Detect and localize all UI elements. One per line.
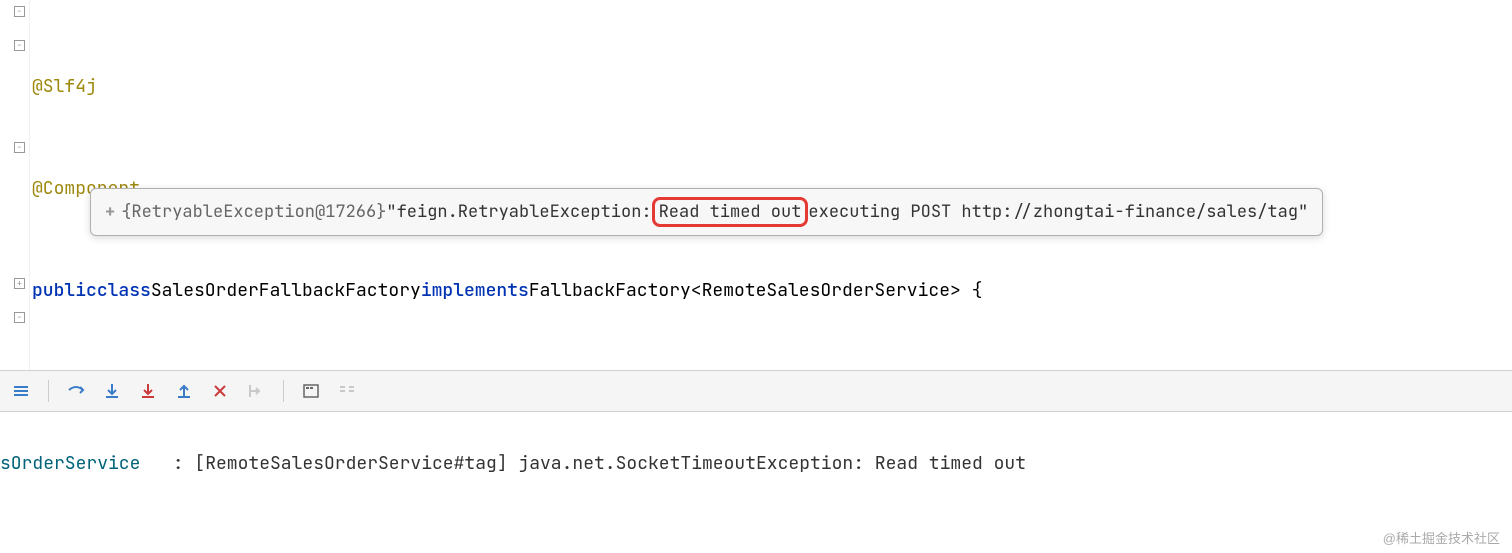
debug-tooltip[interactable]: + {RetryableException@17266} "feign.Retr… <box>90 188 1323 236</box>
fold-icon[interactable]: − <box>14 312 25 323</box>
console-area[interactable]: sOrderService : [RemoteSalesOrderService… <box>0 412 1512 553</box>
object-reference: {RetryableException@17266} <box>121 201 386 223</box>
separator <box>283 380 284 402</box>
annotation: @Slf4j <box>32 70 97 104</box>
tooltip-text: "feign.RetryableException: <box>386 201 651 223</box>
separator <box>48 380 49 402</box>
code-editor[interactable]: − − − + − @Slf4j @Component public class… <box>0 0 1512 370</box>
fold-icon[interactable]: + <box>14 278 25 289</box>
watermark: @稀土掘金技术社区 <box>1383 528 1500 547</box>
class-name: SalesOrderFallbackFactory <box>151 274 421 308</box>
keyword: implements <box>421 274 529 308</box>
force-step-into-icon[interactable] <box>139 382 157 400</box>
drop-frame-icon[interactable] <box>211 382 229 400</box>
step-out-icon[interactable] <box>175 382 193 400</box>
expand-icon[interactable]: + <box>105 201 115 223</box>
type: FallbackFactory<RemoteSalesOrderService>… <box>529 274 983 308</box>
debug-toolbar <box>0 370 1512 412</box>
trace-current-stream-chain-icon[interactable] <box>338 382 356 400</box>
console-line: sOrderService : [RemoteSalesOrderService… <box>0 422 1512 475</box>
gutter: − − − + − <box>0 0 30 370</box>
run-to-cursor-icon[interactable] <box>247 382 265 400</box>
keyword: class <box>97 274 151 308</box>
code-line: @Slf4j <box>32 70 1512 104</box>
highlighted-text: Read timed out <box>652 197 809 227</box>
code-content[interactable]: @Slf4j @Component public class SalesOrde… <box>0 0 1512 370</box>
tooltip-text: executing POST http://zhongtai-finance/s… <box>808 201 1308 223</box>
keyword: public <box>32 274 97 308</box>
step-over-icon[interactable] <box>67 382 85 400</box>
code-line: public class SalesOrderFallbackFactory i… <box>32 274 1512 308</box>
show-execution-point-icon[interactable] <box>12 382 30 400</box>
log-message: : [RemoteSalesOrderService#tag] java.net… <box>140 452 1026 475</box>
fold-icon[interactable]: − <box>14 40 25 51</box>
fold-icon[interactable]: − <box>14 142 25 153</box>
evaluate-expression-icon[interactable] <box>302 382 320 400</box>
fold-icon[interactable]: − <box>14 6 25 17</box>
step-into-icon[interactable] <box>103 382 121 400</box>
service-name: sOrderService <box>0 452 140 475</box>
